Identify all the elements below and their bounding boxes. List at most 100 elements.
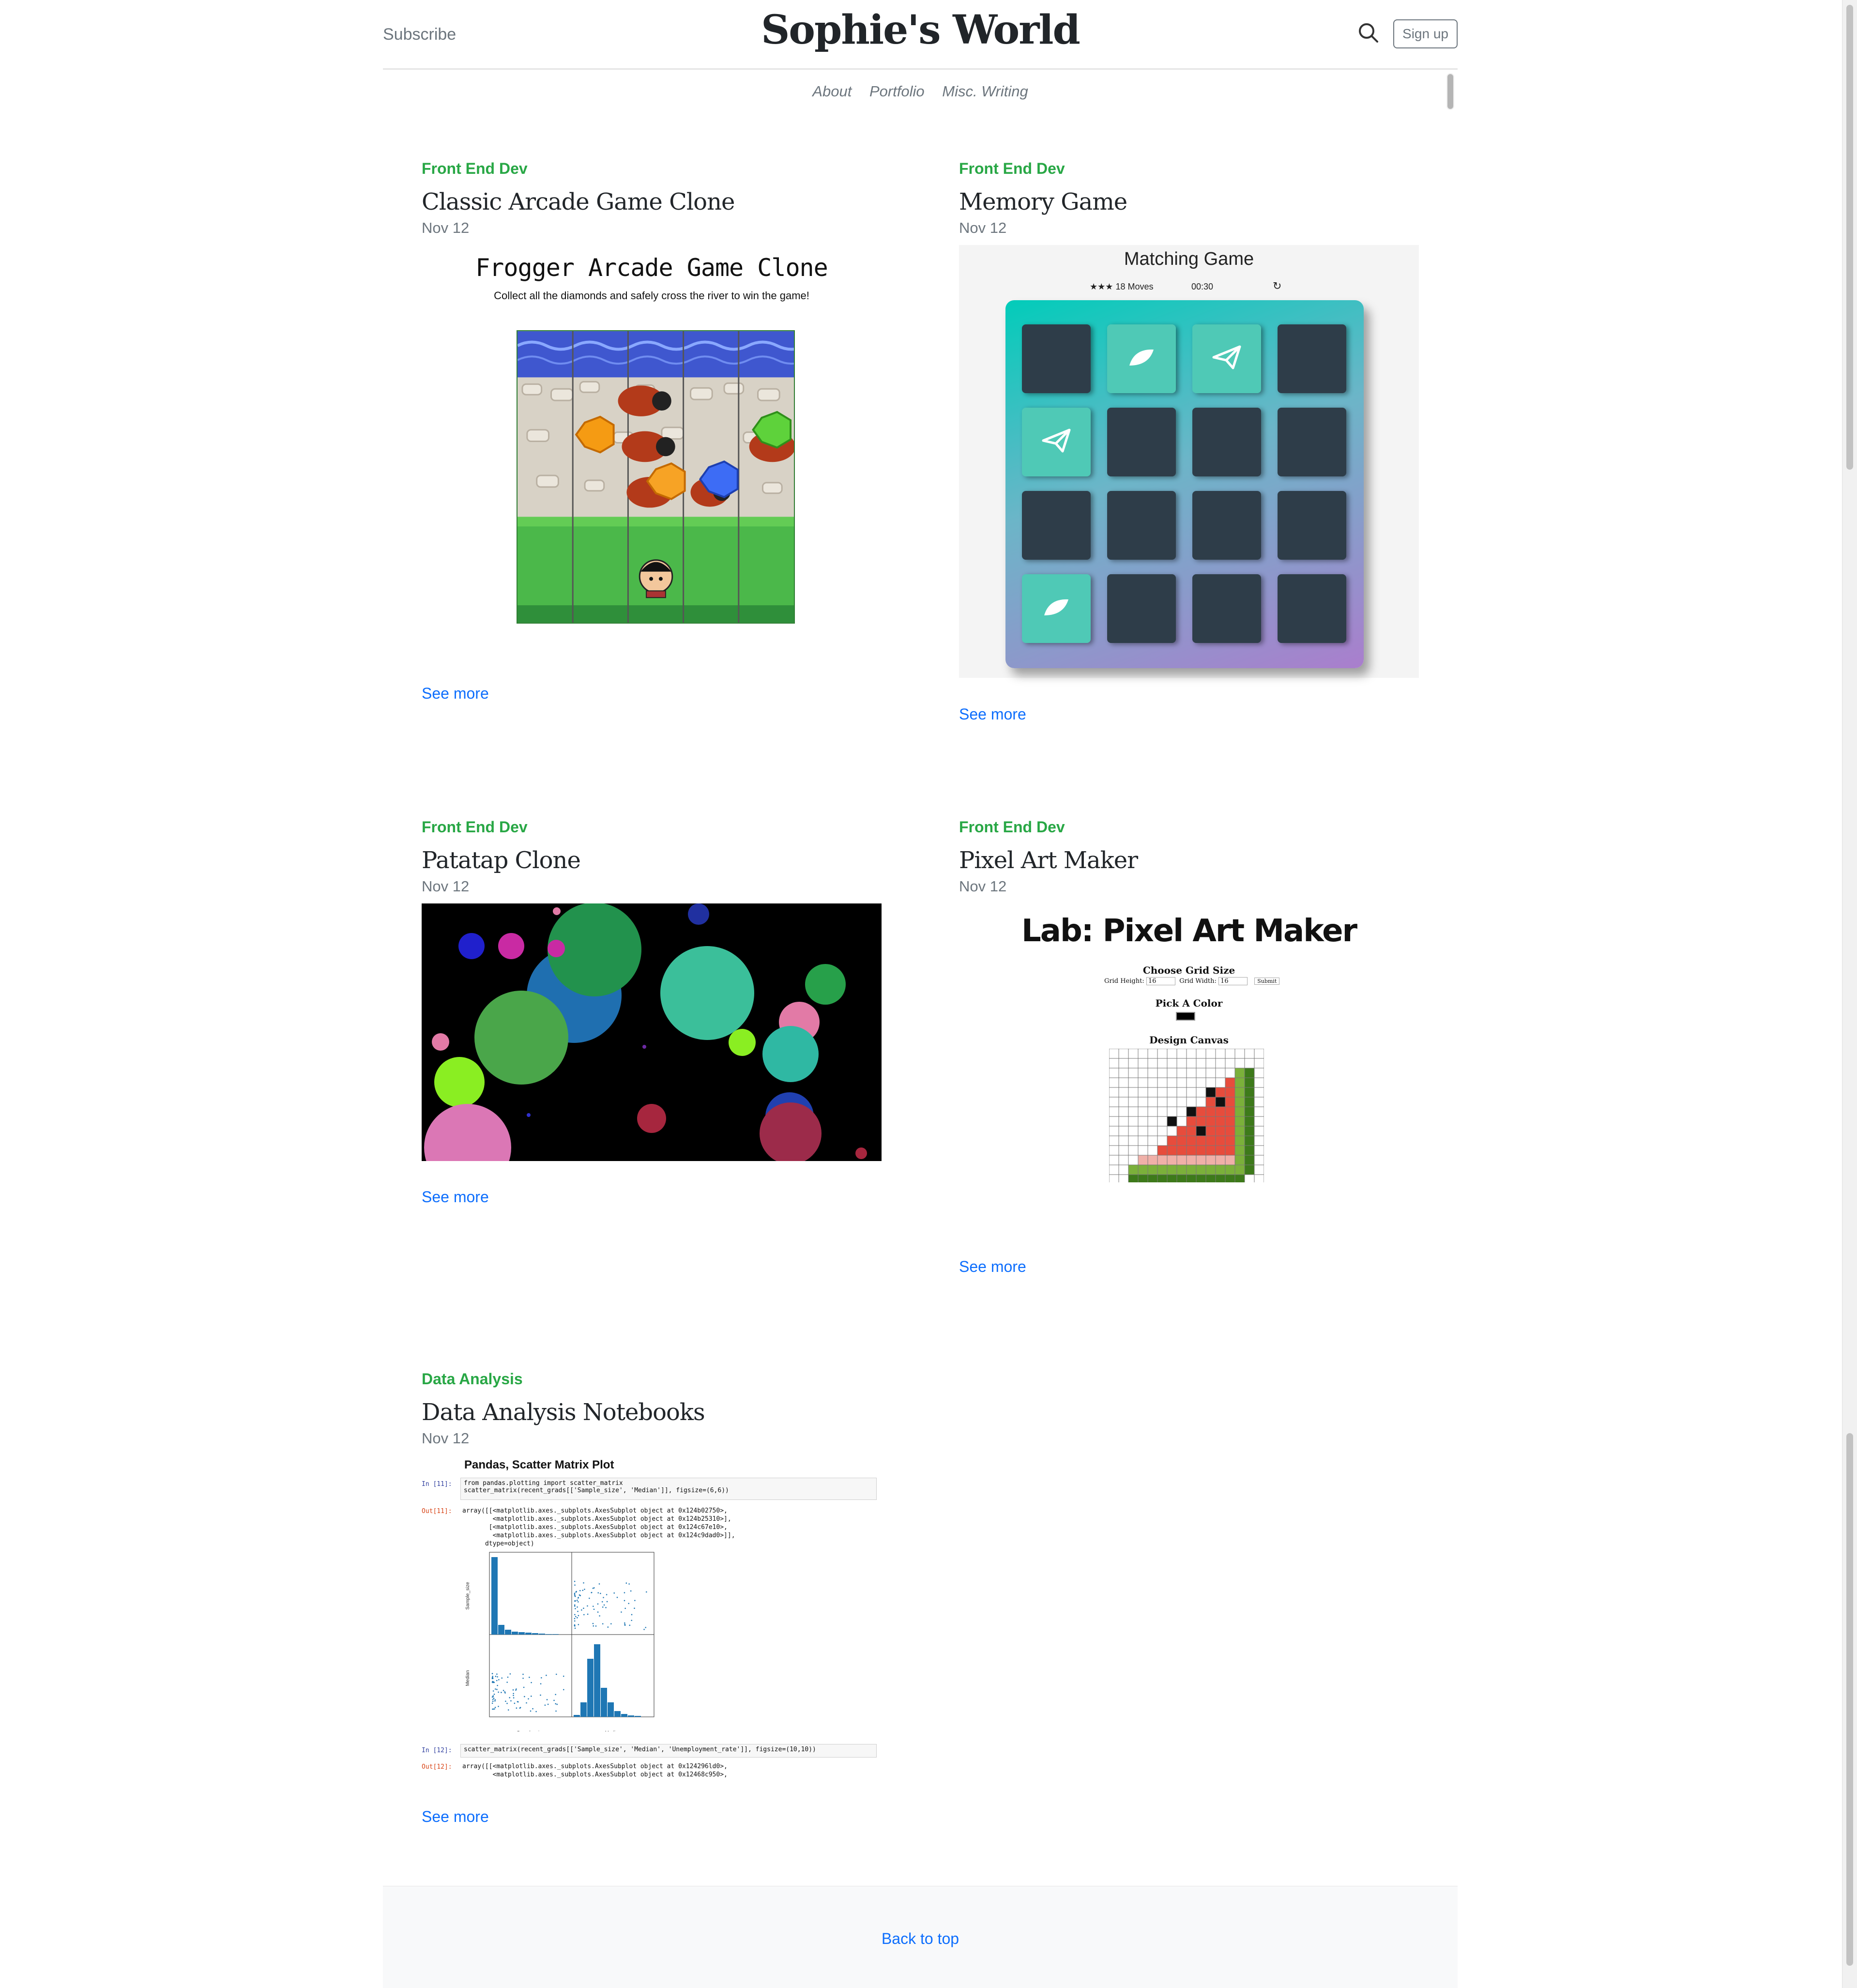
pixel-cell	[1147, 1087, 1158, 1098]
post-thumbnail[interactable]: Frogger Arcade Game Clone Collect all th…	[422, 245, 882, 642]
post-thumbnail[interactable]: Pandas, Scatter Matrix Plot In [11]: fro…	[422, 1455, 882, 1833]
pixel-cell	[1186, 1174, 1197, 1182]
signup-button[interactable]: Sign up	[1393, 19, 1458, 48]
pixel-cell	[1147, 1106, 1158, 1117]
pixel-cell	[1118, 1049, 1129, 1059]
post-title[interactable]: Memory Game	[959, 188, 1419, 215]
pixel-cell	[1167, 1106, 1177, 1117]
memory-card	[1107, 574, 1176, 643]
post-title[interactable]: Patatap Clone	[422, 847, 882, 874]
see-more-link[interactable]: See more	[422, 685, 489, 703]
scatter-point	[512, 1689, 514, 1691]
scatter-point	[597, 1592, 599, 1594]
scatter-point	[507, 1676, 509, 1678]
post-thumbnail[interactable]: Matching Game ★★★ 18 Moves 00:30 ↻	[959, 245, 1419, 678]
scatter-point	[574, 1614, 576, 1616]
pixel-cell	[1244, 1068, 1255, 1078]
pixel-cell	[1186, 1106, 1197, 1117]
pixel-cell	[1118, 1174, 1129, 1182]
thumbnail-timer: 00:30	[1191, 282, 1214, 291]
pixel-cell	[1176, 1106, 1187, 1117]
scatter-point	[492, 1675, 494, 1677]
see-more-link[interactable]: See more	[422, 1188, 489, 1206]
canvas-label: Design Canvas	[1149, 1034, 1229, 1046]
pixel-cell	[1215, 1077, 1226, 1088]
pixel-cell	[1196, 1097, 1206, 1107]
pixel-cell	[1225, 1058, 1235, 1069]
scatter-point	[501, 1692, 502, 1693]
pixel-cell	[1157, 1116, 1168, 1127]
scatter-point	[509, 1697, 511, 1698]
scatter-point	[555, 1694, 556, 1696]
nav-scrollbar[interactable]	[1446, 73, 1454, 110]
pixel-cell	[1109, 1126, 1119, 1136]
nav-item-about[interactable]: About	[812, 83, 852, 100]
post-category[interactable]: Front End Dev	[959, 818, 1419, 836]
pixel-cell	[1138, 1087, 1148, 1098]
scatter-point	[595, 1625, 597, 1627]
scatter-point	[498, 1679, 500, 1681]
page-scrollbar[interactable]	[1842, 0, 1857, 1988]
scatter-point	[495, 1676, 497, 1677]
post-category[interactable]: Front End Dev	[422, 160, 882, 178]
site-title[interactable]: Sophie's World	[383, 7, 1458, 53]
search-icon[interactable]	[1357, 21, 1380, 45]
post-title[interactable]: Pixel Art Maker	[959, 847, 1419, 874]
page-container: Subscribe Sophie's World Sign up About P…	[383, 0, 1458, 1988]
memory-card	[1278, 324, 1346, 393]
notebook-code-cell: scatter_matrix(recent_grads[['Sample_siz…	[460, 1744, 877, 1758]
scatter-point	[592, 1606, 594, 1607]
see-more-link[interactable]: See more	[959, 1258, 1026, 1276]
nav-scrollbar-thumb[interactable]	[1447, 74, 1453, 109]
pixel-cell	[1234, 1106, 1245, 1117]
scatter-point	[546, 1699, 548, 1700]
post-category[interactable]: Front End Dev	[422, 818, 882, 836]
subplot-frame	[489, 1634, 572, 1717]
pixel-cell	[1157, 1174, 1168, 1182]
pixel-cell	[1186, 1145, 1197, 1156]
pixel-cell	[1167, 1077, 1177, 1088]
pixel-cell	[1186, 1126, 1197, 1136]
post-title[interactable]: Classic Arcade Game Clone	[422, 188, 882, 215]
post-thumbnail[interactable]	[422, 903, 882, 1161]
pixel-cell	[1196, 1058, 1206, 1069]
pixel-cell	[1196, 1106, 1206, 1117]
nav-item-misc-writing[interactable]: Misc. Writing	[942, 83, 1028, 100]
x-axis-label: Median	[605, 1730, 621, 1731]
scatter-point	[574, 1584, 576, 1586]
see-more-link[interactable]: See more	[959, 705, 1026, 723]
notebook-in-prompt: In [12]:	[422, 1747, 452, 1754]
scatter-point	[593, 1608, 595, 1610]
post-thumbnail[interactable]: Lab: Pixel Art Maker Choose Grid Size Gr…	[959, 903, 1419, 1204]
pixel-cell	[1234, 1058, 1245, 1069]
scatter-point	[493, 1694, 495, 1695]
pixel-cell	[1167, 1155, 1177, 1165]
pixel-cell	[1118, 1145, 1129, 1156]
pixel-cell	[1244, 1174, 1255, 1182]
pixel-cell	[1167, 1068, 1177, 1078]
histogram-bar	[539, 1634, 545, 1635]
pixel-cell	[1205, 1106, 1216, 1117]
post-category[interactable]: Data Analysis	[422, 1370, 882, 1388]
see-more-link[interactable]: See more	[422, 1808, 489, 1826]
scatter-point	[553, 1699, 555, 1701]
histogram-bar	[628, 1715, 634, 1717]
post-title[interactable]: Data Analysis Notebooks	[422, 1399, 882, 1426]
thumbnail-title: Frogger Arcade Game Clone	[475, 254, 828, 282]
page-scrollbar-thumb[interactable]	[1846, 5, 1853, 470]
back-to-top-link[interactable]: Back to top	[383, 1930, 1458, 1948]
pixel-cell	[1234, 1049, 1245, 1059]
notebook-out-prompt: Out[12]:	[422, 1763, 452, 1771]
pixel-cell	[1128, 1087, 1139, 1098]
scatter-point	[597, 1603, 599, 1605]
histogram-bar	[546, 1634, 552, 1635]
scatter-point	[602, 1623, 604, 1625]
pixel-cell	[1234, 1077, 1245, 1088]
pixel-cell	[1205, 1135, 1216, 1146]
post-category[interactable]: Front End Dev	[959, 160, 1419, 178]
scatter-point	[606, 1601, 608, 1603]
nav-item-portfolio[interactable]: Portfolio	[869, 83, 925, 100]
pixel-cell	[1254, 1058, 1264, 1069]
scatter-point	[575, 1616, 577, 1618]
pixel-cell	[1205, 1087, 1216, 1098]
